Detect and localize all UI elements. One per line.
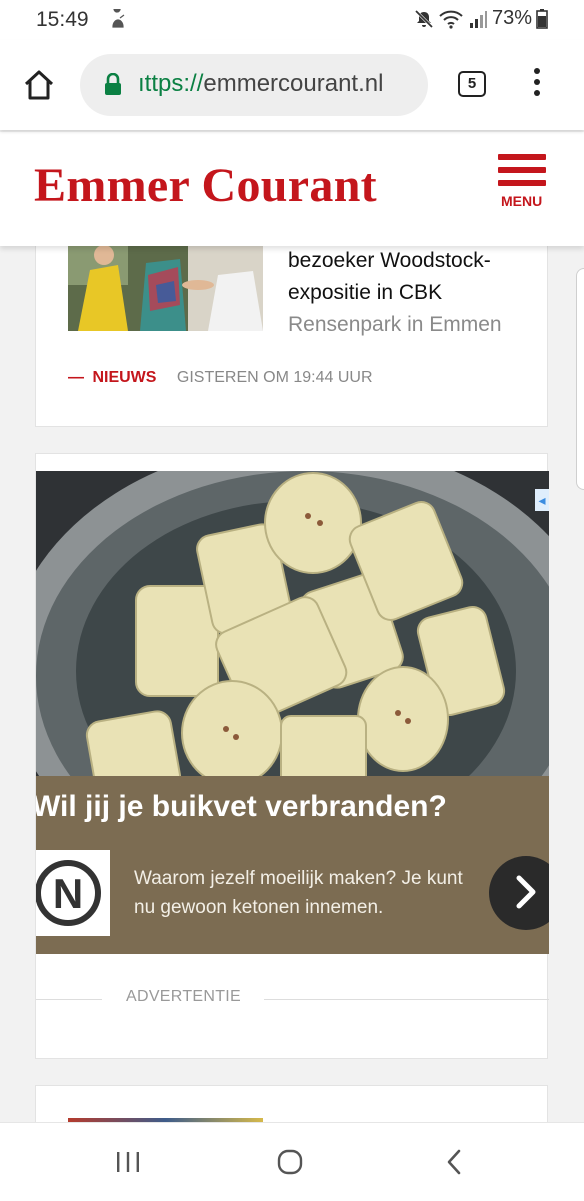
site-logo[interactable]: Emmer Courant <box>34 158 377 213</box>
home-circle-icon[interactable] <box>277 1149 303 1175</box>
browser-toolbar: ıttps://emmercourant.nl 5 <box>0 40 584 130</box>
menu-label: MENU <box>501 193 543 209</box>
headline-line: bezoeker Woodstock- <box>288 249 491 272</box>
notification-icon <box>112 9 125 28</box>
url-scheme: ıttps:// <box>138 70 204 97</box>
status-time: 15:49 <box>36 8 89 31</box>
mute-icon <box>414 9 434 28</box>
ad-image[interactable]: ◂ <box>36 471 549 781</box>
divider <box>36 999 102 1000</box>
tabs-icon[interactable]: 5 <box>458 71 486 97</box>
back-icon[interactable] <box>444 1149 464 1175</box>
article-timestamp: GISTEREN OM 19:44 UUR <box>176 369 373 386</box>
headline-line-faded: Rensenpark in Emmen <box>288 313 502 336</box>
category-dash: — <box>68 369 84 386</box>
ad-next-button[interactable] <box>489 856 549 930</box>
chevron-right-icon <box>516 875 536 909</box>
ad-label: ADVERTENTIE <box>126 988 242 1005</box>
recent-apps-icon[interactable] <box>115 1151 141 1173</box>
url-host: emmercourant.nl <box>203 70 384 97</box>
advertisement-card: ◂ Wil jij je buikvet verbranden? N Waaro… <box>35 453 549 1059</box>
article-photo <box>68 245 263 331</box>
url-text: ıttps://emmercourant.nl <box>138 70 383 98</box>
wifi-icon <box>439 10 463 29</box>
scroll-handle[interactable] <box>576 268 584 490</box>
adchoices-icon[interactable]: ◂ <box>535 489 549 511</box>
divider <box>264 999 549 1000</box>
ad-title[interactable]: Wil jij je buikvet verbranden? <box>36 790 447 824</box>
hamburger-icon <box>498 154 550 186</box>
address-bar[interactable]: ıttps://emmercourant.nl <box>80 54 428 116</box>
article-headline[interactable]: bezoeker Woodstock- expositie in CBK Ren… <box>288 245 528 341</box>
battery-icon <box>536 8 548 29</box>
site-header: Emmer Courant MENU <box>0 132 584 246</box>
ad-brand-logo: N <box>36 850 110 936</box>
headline-line: expositie in CBK <box>288 281 443 304</box>
ad-label-row: ADVERTENTIE <box>36 988 549 1010</box>
bananas-photo <box>36 471 549 781</box>
status-icons: 73% <box>414 7 548 30</box>
more-vert-icon[interactable] <box>532 68 542 102</box>
category-label[interactable]: NIEUWS <box>92 369 156 386</box>
ad-logo-letter: N <box>53 870 83 917</box>
signal-icon <box>469 10 487 28</box>
battery-percent: 73% <box>491 7 532 29</box>
ad-text-panel[interactable]: Wil jij je buikvet verbranden? N Waarom … <box>36 776 549 954</box>
home-icon[interactable] <box>22 68 56 102</box>
status-bar: 15:49 73% <box>0 0 584 40</box>
article-thumbnail[interactable] <box>68 245 263 331</box>
system-nav-bar <box>0 1122 584 1201</box>
menu-button[interactable]: MENU <box>498 154 550 209</box>
lock-icon <box>105 73 121 95</box>
ad-description: Waarom jezelf moeilijk maken? Je kunt nu… <box>134 868 463 918</box>
article-meta: — NIEUWS GISTEREN OM 19:44 UUR <box>68 369 373 387</box>
